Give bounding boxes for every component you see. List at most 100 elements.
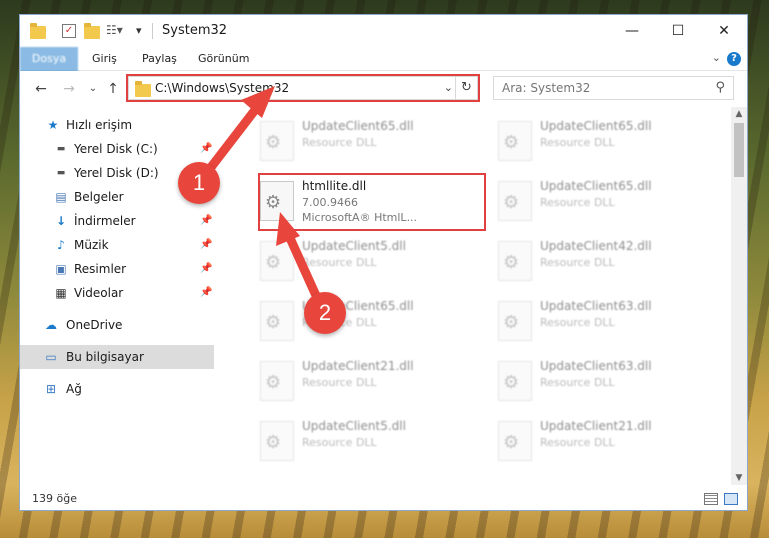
file-item[interactable]: UpdateClient63.dll Resource DLL xyxy=(492,293,712,349)
dll-file-icon xyxy=(260,421,294,461)
sidebar-item-videos[interactable]: ▦ Videolar 📌 xyxy=(20,281,214,305)
file-item[interactable]: UpdateClient5.dll Resource DLL xyxy=(254,413,474,469)
file-type: Resource DLL xyxy=(540,316,615,329)
scroll-up-icon[interactable]: ▲ xyxy=(731,109,747,119)
file-item[interactable]: UpdateClient65.dll Resource DLL xyxy=(254,293,474,349)
sidebar-item-this-pc[interactable]: ▭ Bu bilgisayar xyxy=(20,345,214,369)
file-type: Resource DLL xyxy=(540,196,615,209)
step-badge-1: 1 xyxy=(178,162,220,204)
sidebar-item-quick-access[interactable]: ★ Hızlı erişim xyxy=(20,113,214,137)
sidebar-item-label: Hızlı erişim xyxy=(66,118,133,132)
details-view-icon[interactable] xyxy=(704,493,718,505)
file-type: Resource DLL xyxy=(302,436,377,449)
sidebar-item-music[interactable]: ♪ Müzik 📌 xyxy=(20,233,214,257)
recent-locations-button[interactable]: ⌄ xyxy=(84,80,102,98)
file-name: UpdateClient65.dll xyxy=(302,119,414,133)
tab-home[interactable]: Giriş xyxy=(82,47,127,71)
chevron-down-icon[interactable]: ⌄ xyxy=(712,51,721,64)
sidebar-item-label: OneDrive xyxy=(66,318,123,332)
file-type: Resource DLL xyxy=(540,256,615,269)
scrollbar-thumb[interactable] xyxy=(734,123,744,177)
file-type: Resource DLL xyxy=(302,136,377,149)
large-icons-view-icon[interactable] xyxy=(724,493,738,505)
file-name: UpdateClient5.dll xyxy=(302,239,406,253)
tab-view[interactable]: Görünüm xyxy=(188,47,259,71)
file-item[interactable]: UpdateClient65.dll Resource DLL xyxy=(492,173,712,229)
file-name: UpdateClient63.dll xyxy=(540,299,652,313)
scroll-down-icon[interactable]: ▼ xyxy=(731,473,747,483)
sidebar-item-network[interactable]: ⊞ Ağ xyxy=(20,377,214,401)
back-button[interactable]: ← xyxy=(32,80,50,98)
dll-file-icon xyxy=(498,121,532,161)
title-bar: ✓ ☷▾ ▾ System32 — ☐ ✕ xyxy=(20,15,747,47)
drive-icon: ▬ xyxy=(56,168,66,178)
pin-icon[interactable]: 📌 xyxy=(200,257,212,281)
pin-icon[interactable]: 📌 xyxy=(200,209,212,233)
sidebar-item-label: Videolar xyxy=(74,286,124,300)
dll-file-icon xyxy=(260,241,294,281)
file-item[interactable]: UpdateClient42.dll Resource DLL xyxy=(492,233,712,289)
cloud-icon: ☁ xyxy=(45,318,57,332)
sidebar-item-label: Yerel Disk (D:) xyxy=(74,166,159,180)
properties-icon[interactable]: ✓ xyxy=(62,24,76,38)
sidebar-item-label: Yerel Disk (C:) xyxy=(74,142,158,156)
file-name: UpdateClient5.dll xyxy=(302,419,406,433)
file-name: UpdateClient65.dll xyxy=(540,119,652,133)
videos-icon: ▦ xyxy=(55,286,67,300)
dll-file-icon xyxy=(498,181,532,221)
sidebar-item-pictures[interactable]: ▣ Resimler 📌 xyxy=(20,257,214,281)
dll-file-icon xyxy=(498,361,532,401)
download-icon: ↓ xyxy=(55,214,67,228)
file-item[interactable]: UpdateClient65.dll Resource DLL xyxy=(492,113,712,169)
dll-file-icon xyxy=(260,361,294,401)
sidebar-item-label: Ağ xyxy=(66,382,82,396)
star-icon: ★ xyxy=(47,118,59,132)
file-item[interactable]: UpdateClient63.dll Resource DLL xyxy=(492,353,712,409)
step-badge-2: 2 xyxy=(304,292,346,334)
network-icon: ⊞ xyxy=(45,382,57,396)
pin-icon[interactable]: 📌 xyxy=(200,233,212,257)
file-type: Resource DLL xyxy=(540,376,615,389)
pictures-icon: ▣ xyxy=(55,262,67,276)
dll-file-icon xyxy=(498,421,532,461)
file-item[interactable]: UpdateClient5.dll Resource DLL xyxy=(254,233,474,289)
close-button[interactable]: ✕ xyxy=(701,15,747,47)
customize-toolbar-icon[interactable]: ▾ xyxy=(136,24,142,40)
file-name: UpdateClient65.dll xyxy=(540,179,652,193)
pin-icon[interactable]: 📌 xyxy=(200,137,212,161)
sidebar-item-label: İndirmeler xyxy=(74,214,136,228)
file-type: Resource DLL xyxy=(540,436,615,449)
pin-icon[interactable]: 📌 xyxy=(200,281,212,305)
quick-access-toolbar-icon[interactable]: ☷▾ xyxy=(106,23,123,39)
sidebar-item-onedrive[interactable]: ☁ OneDrive xyxy=(20,313,214,337)
tab-share[interactable]: Paylaş xyxy=(132,47,187,71)
file-name: UpdateClient42.dll xyxy=(540,239,652,253)
file-item[interactable]: UpdateClient21.dll Resource DLL xyxy=(254,353,474,409)
ribbon-tabs: Dosya Giriş Paylaş Görünüm ⌄ ? xyxy=(20,47,747,103)
up-button[interactable]: ↑ xyxy=(104,80,122,98)
dll-file-icon xyxy=(260,301,294,341)
computer-icon: ▭ xyxy=(45,350,57,364)
search-input[interactable] xyxy=(502,81,702,95)
file-item[interactable]: UpdateClient21.dll Resource DLL xyxy=(492,413,712,469)
sidebar-item-local-disk-c[interactable]: ▬ Yerel Disk (C:) 📌 xyxy=(20,137,214,161)
help-icon[interactable]: ? xyxy=(727,52,741,66)
sidebar-item-label: Müzik xyxy=(74,238,109,252)
vertical-scrollbar[interactable]: ▲ ▼ xyxy=(731,107,747,485)
file-explorer-window: ✓ ☷▾ ▾ System32 — ☐ ✕ Dosya Giriş Paylaş… xyxy=(19,14,748,511)
search-icon[interactable]: ⚲ xyxy=(715,80,725,95)
documents-icon: ▤ xyxy=(55,190,67,204)
dll-file-icon xyxy=(260,121,294,161)
minimize-button[interactable]: — xyxy=(609,15,655,47)
file-highlight-box xyxy=(258,173,486,231)
sidebar-item-label: Bu bilgisayar xyxy=(66,350,144,364)
maximize-button[interactable]: ☐ xyxy=(655,15,701,47)
file-type: Resource DLL xyxy=(540,136,615,149)
sidebar-item-downloads[interactable]: ↓ İndirmeler 📌 xyxy=(20,209,214,233)
file-item[interactable]: UpdateClient65.dll Resource DLL xyxy=(254,113,474,169)
search-box[interactable]: ⚲ xyxy=(493,76,734,100)
file-name: UpdateClient63.dll xyxy=(540,359,652,373)
forward-button[interactable]: → xyxy=(60,80,78,98)
file-type: Resource DLL xyxy=(302,376,377,389)
title-separator xyxy=(152,23,153,39)
